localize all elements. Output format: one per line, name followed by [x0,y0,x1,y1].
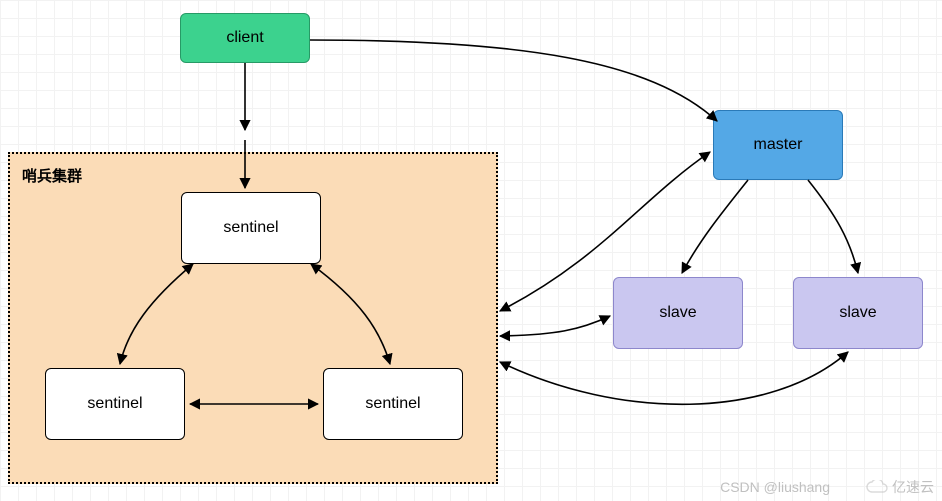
slave-node-2: slave [793,277,923,349]
sentinel-node-left: sentinel [45,368,185,440]
sentinel-cluster-label: 哨兵集群 [22,165,82,186]
watermark-provider-label: 亿速云 [892,477,934,497]
watermark-provider: 亿速云 [866,477,934,497]
master-node: master [713,110,843,180]
cloud-icon [866,480,888,494]
slave-node-1: slave [613,277,743,349]
slave-node-1-label: slave [659,304,696,322]
sentinel-node-left-label: sentinel [87,395,142,413]
sentinel-node-top: sentinel [181,192,321,264]
sentinel-node-right-label: sentinel [365,395,420,413]
master-node-label: master [754,136,803,154]
sentinel-node-top-label: sentinel [223,219,278,237]
client-node: client [180,13,310,63]
client-node-label: client [226,29,263,47]
slave-node-2-label: slave [839,304,876,322]
sentinel-node-right: sentinel [323,368,463,440]
watermark-csdn: CSDN @liushang [720,479,830,495]
